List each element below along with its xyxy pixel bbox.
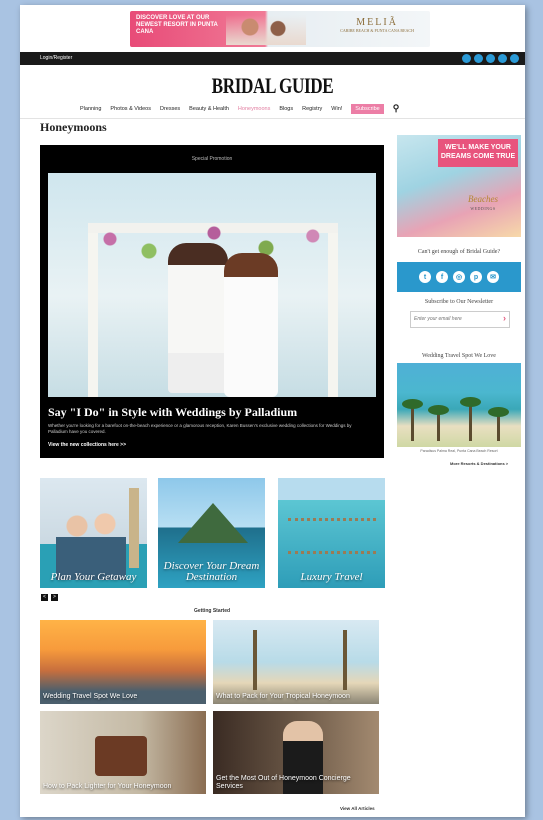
palm-tree bbox=[488, 407, 509, 441]
article-tile-title: Get the Most Out of Honeymoon Concierge … bbox=[216, 775, 351, 790]
newsletter-email-input[interactable] bbox=[411, 312, 493, 325]
search-icon[interactable]: ⚲ bbox=[393, 103, 400, 114]
newsletter-heading: Subscribe to Our Newsletter bbox=[424, 299, 494, 305]
bride-figure bbox=[224, 253, 278, 397]
nav-item-beauty-health[interactable]: Beauty & Health bbox=[189, 106, 229, 112]
nav-item-honeymoons[interactable]: Honeymoons bbox=[238, 106, 270, 112]
top-banner-ad[interactable]: DISCOVER LOVE AT OUR NEWEST RESORT IN PU… bbox=[130, 11, 430, 47]
palm-tree bbox=[460, 397, 481, 441]
chevron-right-icon[interactable]: › bbox=[503, 313, 506, 323]
sidebar-social-box: t f ◎ p ✉ bbox=[397, 262, 521, 292]
twitter-icon[interactable]: t bbox=[419, 271, 431, 283]
featured-title[interactable]: Say "I Do" in Style with Weddings by Pal… bbox=[48, 405, 297, 420]
featured-cta-link[interactable]: View the new collections here >> bbox=[48, 442, 126, 448]
article-tile-title: How to Pack Lighter for Your Honeymoon bbox=[43, 783, 172, 790]
palm-tree bbox=[253, 630, 257, 690]
sidebar-ad[interactable]: WE'LL MAKE YOUR DREAMS COME TRUE Beaches… bbox=[397, 135, 521, 237]
ad-brand-name: MELIÃ bbox=[356, 17, 398, 28]
travel-spot-photo[interactable] bbox=[397, 363, 521, 447]
nav-divider bbox=[20, 118, 525, 119]
featured-promotion[interactable]: Special Promotion Say "I Do" in Style wi… bbox=[40, 145, 384, 458]
featured-description: Whether you're looking for a barefoot on… bbox=[48, 423, 352, 434]
sidebar-ad-logo-sub: WEDDINGS bbox=[470, 206, 496, 211]
getting-started-heading: Getting Started bbox=[193, 608, 231, 614]
carousel-card[interactable]: Discover Your Dream Destination bbox=[158, 478, 265, 588]
palm-tree bbox=[428, 405, 449, 441]
newsletter-form: › bbox=[410, 311, 510, 328]
carousel-card-label: Plan Your Getaway bbox=[50, 571, 137, 583]
carousel-card[interactable]: Plan Your Getaway bbox=[40, 478, 147, 588]
palm-tree bbox=[343, 630, 347, 690]
luggage bbox=[95, 736, 147, 776]
article-tile[interactable]: How to Pack Lighter for Your Honeymoon bbox=[40, 711, 206, 794]
site-logo[interactable]: BRIDAL GUIDE bbox=[76, 73, 470, 99]
sidebar-ad-logo: Beaches WEDDINGS bbox=[453, 195, 513, 213]
carousel-next-button[interactable]: > bbox=[51, 594, 58, 601]
nav-item-dresses[interactable]: Dresses bbox=[160, 106, 180, 112]
header-social-icons bbox=[462, 54, 519, 63]
facebook-icon[interactable]: f bbox=[436, 271, 448, 283]
article-tile-title: What to Pack for Your Tropical Honeymoon bbox=[216, 693, 350, 700]
subscribe-button[interactable]: Subscribe bbox=[351, 103, 384, 114]
article-tile[interactable]: Get the Most Out of Honeymoon Concierge … bbox=[213, 711, 379, 794]
ad-brand-sub: CARIBE BEACH & PUNTA CANA BEACH bbox=[340, 28, 414, 33]
carousel-card-label: Discover Your Dream Destination bbox=[163, 560, 260, 583]
sidebar-ad-logo-text: Beaches bbox=[468, 194, 498, 204]
article-tile[interactable]: Wedding Travel Spot We Love bbox=[40, 620, 206, 704]
view-all-articles-link[interactable]: View All Articles bbox=[340, 806, 375, 811]
login-register-link[interactable]: Login/Register bbox=[40, 55, 72, 61]
nav-item-win[interactable]: Win! bbox=[331, 106, 342, 112]
sidebar-ad-banner: WE'LL MAKE YOUR DREAMS COME TRUE bbox=[438, 139, 518, 167]
facebook-icon[interactable] bbox=[474, 54, 483, 63]
top-bar: Login/Register bbox=[20, 52, 525, 65]
twitter-icon[interactable] bbox=[462, 54, 471, 63]
pinterest-icon[interactable] bbox=[498, 54, 507, 63]
overwater-bungalows bbox=[288, 518, 376, 554]
article-tile-title: Wedding Travel Spot We Love bbox=[43, 693, 138, 700]
email-icon[interactable] bbox=[510, 54, 519, 63]
more-resorts-link[interactable]: More Resorts & Destinations > bbox=[450, 461, 508, 466]
carousel-prev-button[interactable]: < bbox=[41, 594, 48, 601]
carousel: Plan Your Getaway Discover Your Dream De… bbox=[40, 478, 385, 593]
social-heading: Can't get enough of Bridal Guide? bbox=[417, 249, 501, 255]
nav-item-photos-videos[interactable]: Photos & Videos bbox=[110, 106, 151, 112]
carousel-card-label: Luxury Travel bbox=[300, 571, 363, 583]
travel-spot-heading: Wedding Travel Spot We Love bbox=[422, 353, 496, 359]
groom-figure bbox=[168, 243, 228, 393]
email-icon[interactable]: ✉ bbox=[487, 271, 499, 283]
instagram-icon[interactable]: ◎ bbox=[453, 271, 465, 283]
browser-page: DISCOVER LOVE AT OUR NEWEST RESORT IN PU… bbox=[20, 5, 525, 817]
featured-photo[interactable] bbox=[48, 173, 376, 397]
ad-photo bbox=[226, 15, 306, 45]
promo-label: Special Promotion bbox=[191, 156, 233, 162]
ad-brand: MELIÃ CARIBE BEACH & PUNTA CANA BEACH bbox=[340, 17, 414, 33]
travel-spot-caption: Paradisus Palma Real, Punta Cana Beach R… bbox=[420, 449, 498, 453]
article-tile[interactable]: What to Pack for Your Tropical Honeymoon bbox=[213, 620, 379, 704]
carousel-card[interactable]: Luxury Travel bbox=[278, 478, 385, 588]
pinterest-icon[interactable]: p bbox=[470, 271, 482, 283]
nav-item-registry[interactable]: Registry bbox=[302, 106, 322, 112]
island-mountain bbox=[178, 503, 248, 543]
main-nav: Planning Photos & Videos Dresses Beauty … bbox=[80, 102, 399, 115]
palm-tree bbox=[402, 399, 423, 441]
clock-tower bbox=[129, 488, 139, 568]
page-title: Honeymoons bbox=[40, 120, 107, 134]
nav-item-blogs[interactable]: Blogs bbox=[279, 106, 293, 112]
couple-selfie bbox=[56, 508, 126, 580]
ad-headline: DISCOVER LOVE AT OUR NEWEST RESORT IN PU… bbox=[136, 15, 218, 35]
instagram-icon[interactable] bbox=[486, 54, 495, 63]
nav-item-planning[interactable]: Planning bbox=[80, 106, 101, 112]
